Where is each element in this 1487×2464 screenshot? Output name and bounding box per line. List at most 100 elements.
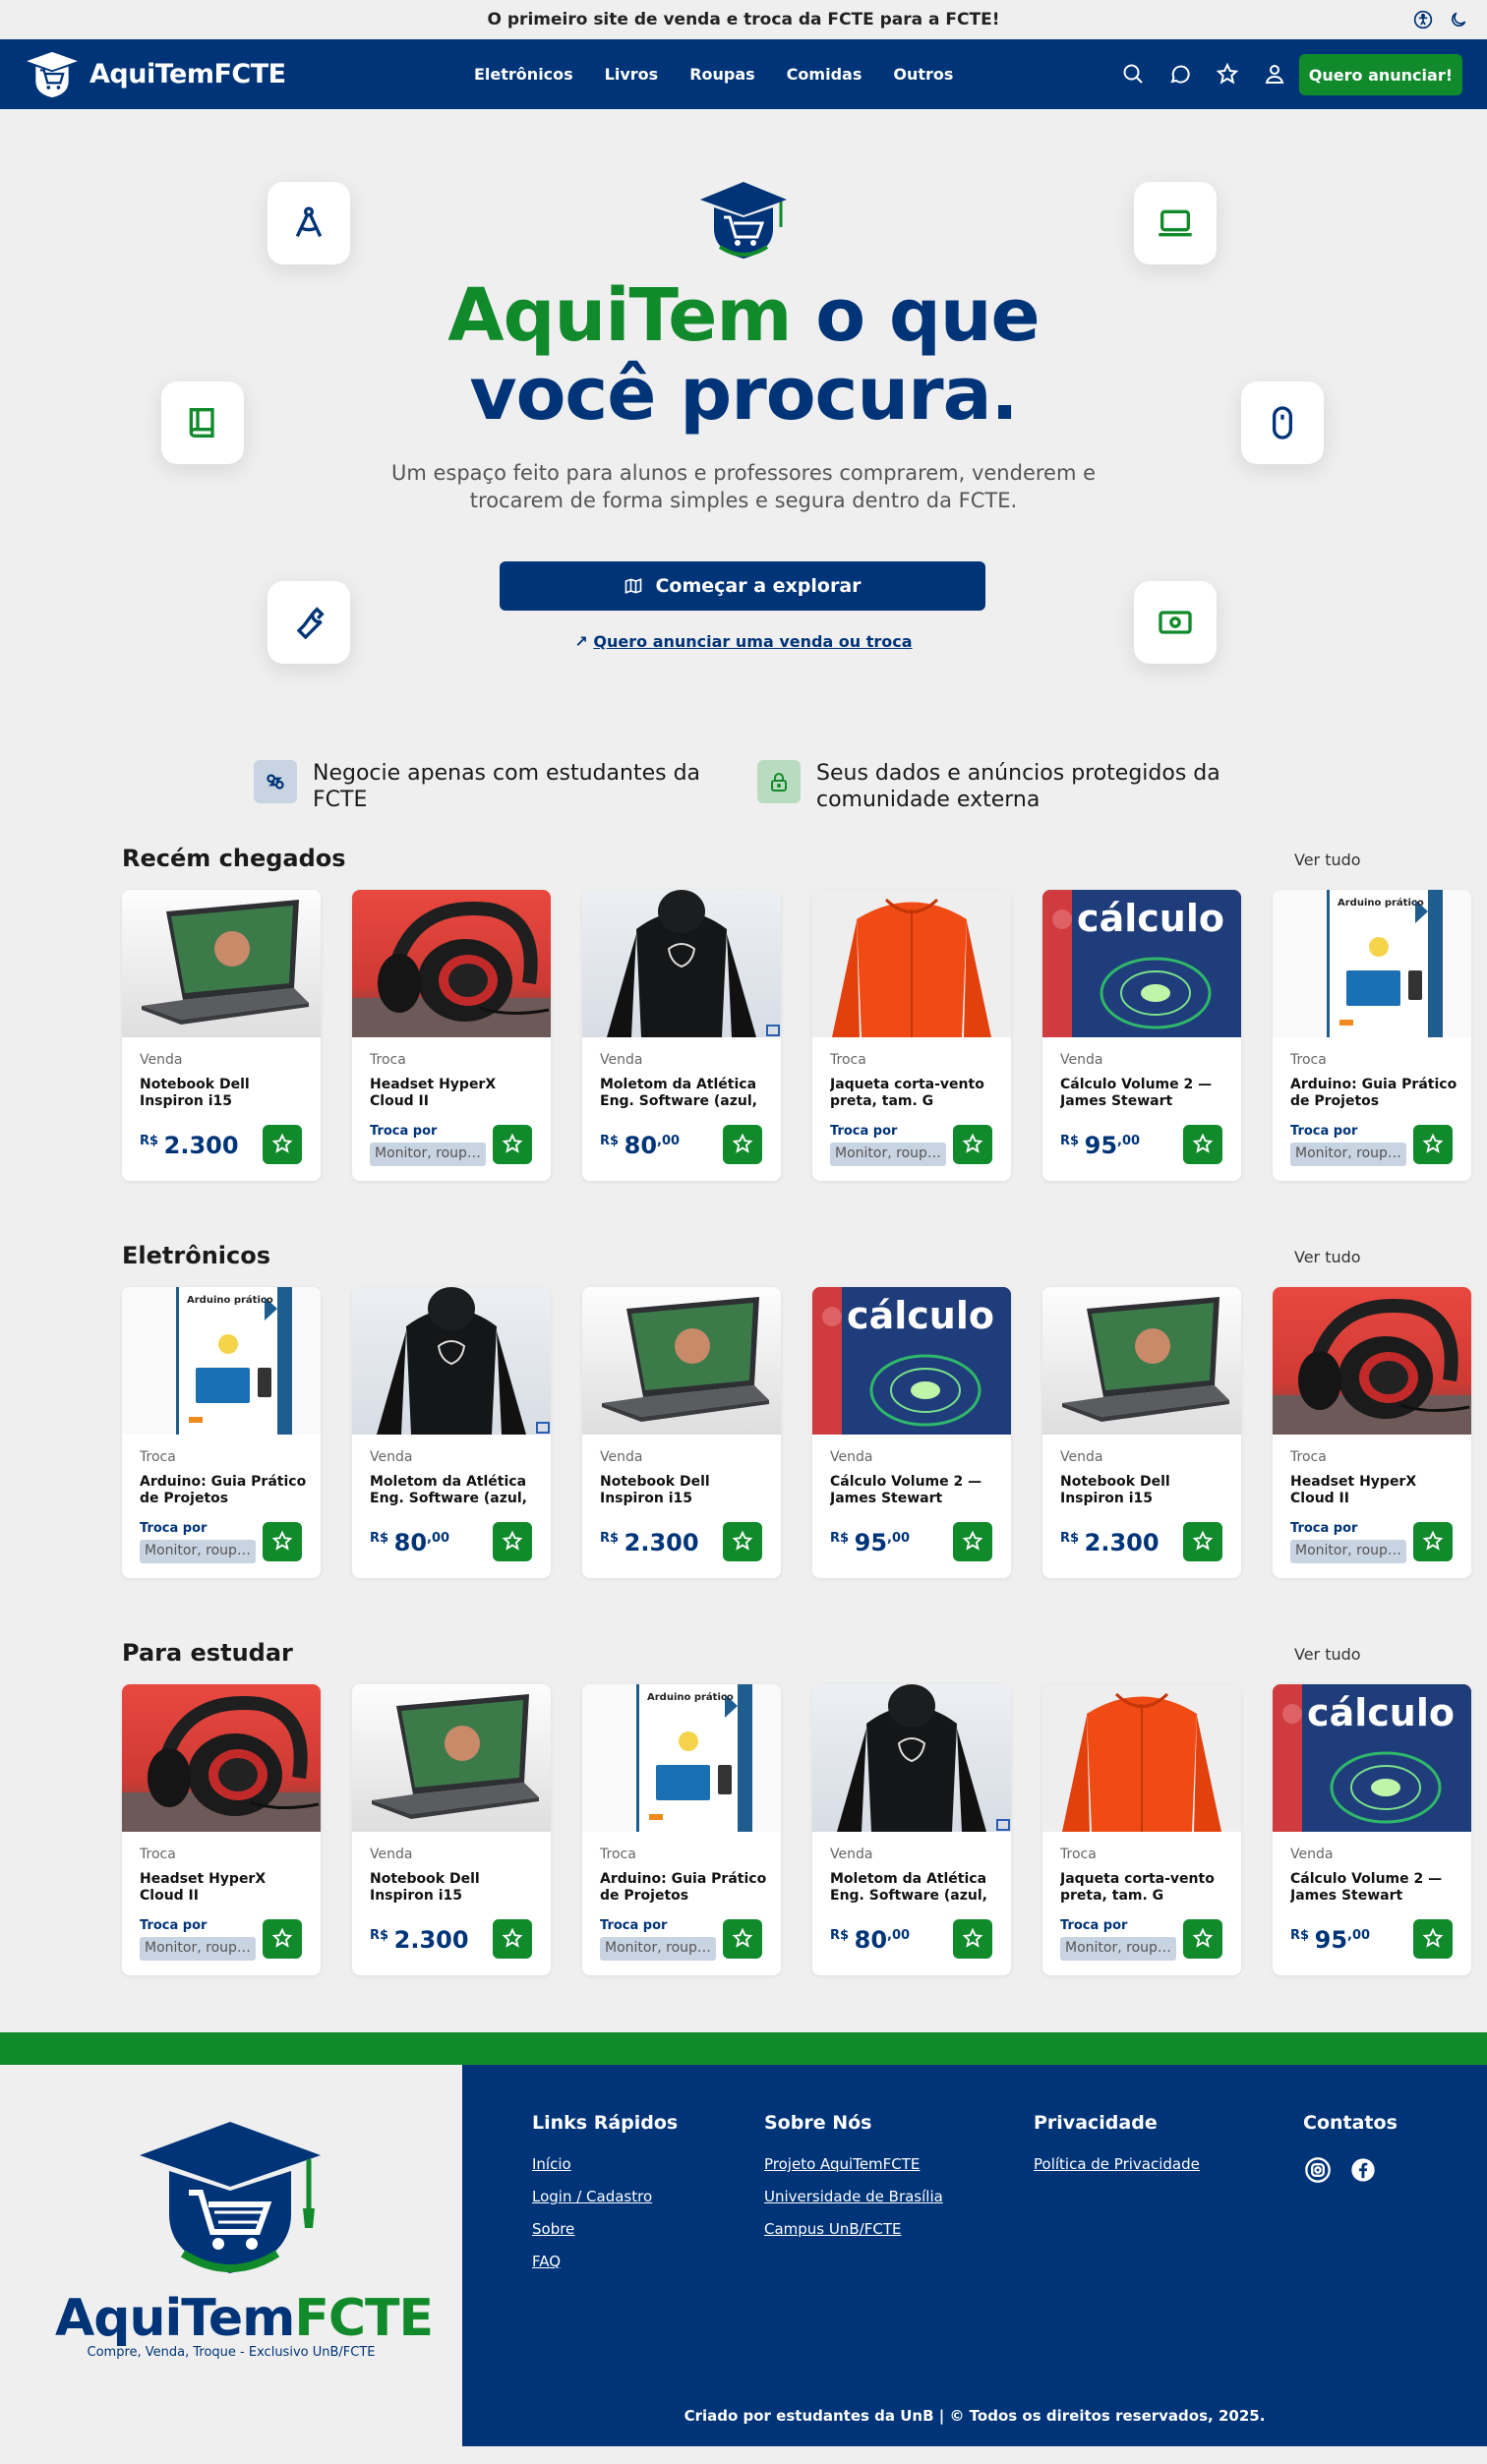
product-title: Headset HyperX Cloud II: [1290, 1474, 1417, 1506]
product-card[interactable]: Venda Moletom da Atlética Eng. Software …: [812, 1684, 1011, 1975]
see-all-link[interactable]: Ver tudo: [1294, 851, 1361, 869]
nav-link-livros[interactable]: Livros: [605, 65, 659, 84]
accessibility-icon[interactable]: [1412, 9, 1434, 30]
product-title: Moletom da Atlética Eng. Software (azul,…: [600, 1077, 757, 1109]
announce-button[interactable]: Quero anunciar!: [1298, 54, 1462, 95]
favorite-button[interactable]: [263, 1522, 302, 1561]
trade-value: Monitor, roupa...: [600, 1937, 716, 1961]
product-card[interactable]: cálculo Venda Cálculo Volume 2 — James S…: [1042, 890, 1241, 1181]
star-icon: [271, 1133, 293, 1157]
favorite-button[interactable]: [263, 1919, 302, 1959]
favorite-button[interactable]: [1413, 1522, 1453, 1561]
favorite-button[interactable]: [263, 1125, 302, 1164]
nav-link-outros[interactable]: Outros: [893, 65, 953, 84]
product-card[interactable]: Venda Moletom da Atlética Eng. Software …: [352, 1287, 551, 1578]
footer-links: Links Rápidos Início Login / Cadastro So…: [462, 2065, 1487, 2446]
nav-link-roupas[interactable]: Roupas: [689, 65, 754, 84]
favorite-button[interactable]: [493, 1522, 532, 1561]
trade-label: Troca por: [1290, 1521, 1358, 1536]
footer-link-privacy-policy[interactable]: Política de Privacidade: [1034, 2155, 1200, 2173]
footer-link-login[interactable]: Login / Cadastro: [532, 2188, 678, 2205]
favorite-button[interactable]: [1183, 1125, 1222, 1164]
product-card[interactable]: Venda Moletom da Atlética Eng. Software …: [582, 890, 781, 1181]
chat-icon[interactable]: [1168, 62, 1192, 86]
product-card[interactable]: Troca Jaqueta corta-vento preta, tam. G T…: [812, 890, 1011, 1181]
lock-icon: [757, 760, 801, 803]
footer-link-faq[interactable]: FAQ: [532, 2253, 678, 2270]
instagram-icon[interactable]: [1303, 2155, 1333, 2185]
arrow-up-right-icon: ↗: [574, 632, 588, 651]
product-title: Jaqueta corta-vento preta, tam. G: [1060, 1871, 1215, 1904]
product-card[interactable]: Arduino prático Troca Arduino: Guia Prát…: [1273, 890, 1471, 1181]
favorite-button[interactable]: [723, 1919, 762, 1959]
section-title: Recém chegados: [122, 845, 346, 872]
brand-logo[interactable]: AquiTemFCTE: [25, 50, 286, 99]
footer-col-about: Sobre Nós Projeto AquiTemFCTE Universida…: [764, 2112, 943, 2253]
hero-logo-icon: [700, 182, 787, 259]
see-all-link[interactable]: Ver tudo: [1294, 1645, 1361, 1664]
product-card[interactable]: Troca Headset HyperX Cloud II Troca por M…: [122, 1684, 321, 1975]
product-card[interactable]: Arduino prático Troca Arduino: Guia Prát…: [582, 1684, 781, 1975]
product-card[interactable]: cálculo Venda Cálculo Volume 2 — James S…: [812, 1287, 1011, 1578]
footer-link-sobre[interactable]: Sobre: [532, 2220, 678, 2238]
favorite-button[interactable]: [1183, 1522, 1222, 1561]
price-value: 80: [624, 1132, 658, 1159]
product-section: Para estudar Ver tudo Troca Headset Hype…: [122, 1621, 1487, 1975]
favorite-button[interactable]: [493, 1919, 532, 1959]
nav-link-eletronicos[interactable]: Eletrônicos: [474, 65, 573, 84]
product-image: [1042, 1684, 1241, 1832]
see-all-link[interactable]: Ver tudo: [1294, 1248, 1361, 1266]
moon-icon[interactable]: [1448, 9, 1469, 30]
handshake-icon: [254, 760, 297, 803]
product-card[interactable]: Venda Notebook Dell Inspiron i15 R$ 2.30…: [122, 890, 321, 1181]
star-icon: [502, 1927, 523, 1952]
favorite-button[interactable]: [953, 1522, 992, 1561]
favorite-button[interactable]: [953, 1919, 992, 1959]
favorite-button[interactable]: [953, 1125, 992, 1164]
favorite-button[interactable]: [1413, 1919, 1453, 1959]
favorite-button[interactable]: [723, 1125, 762, 1164]
favorite-button[interactable]: [723, 1522, 762, 1561]
announce-link[interactable]: ↗ Quero anunciar uma venda ou troca: [0, 632, 1487, 651]
product-title: Notebook Dell Inspiron i15: [370, 1871, 480, 1904]
star-icon: [1192, 1927, 1214, 1952]
star-icon: [1422, 1530, 1444, 1555]
product-title: Moletom da Atlética Eng. Software (azul,…: [830, 1871, 987, 1904]
product-card[interactable]: Venda Notebook Dell Inspiron i15 R$ 2.30…: [1042, 1287, 1241, 1578]
price-value: 2.300: [163, 1132, 239, 1159]
product-card[interactable]: Troca Headset HyperX Cloud II Troca por M…: [352, 890, 551, 1181]
money-icon: [1134, 581, 1217, 664]
product-card[interactable]: Arduino prático Troca Arduino: Guia Prát…: [122, 1287, 321, 1578]
price-currency: R$: [600, 1134, 620, 1148]
price-currency: R$: [1060, 1531, 1080, 1546]
product-title: Arduino: Guia Prático de Projetos: [1290, 1077, 1457, 1109]
explore-button[interactable]: Começar a explorar: [500, 561, 985, 611]
copyright-text: Criado por estudantes da UnB | © Todos o…: [684, 2407, 1266, 2425]
product-card[interactable]: Venda Notebook Dell Inspiron i15 R$ 2.30…: [352, 1684, 551, 1975]
listing-type: Venda: [600, 1052, 643, 1068]
footer-accent-band: [0, 2032, 1487, 2065]
favorite-button[interactable]: [493, 1125, 532, 1164]
footer-link-unb[interactable]: Universidade de Brasília: [764, 2188, 943, 2205]
product-price: R$ 95,00: [830, 1529, 910, 1556]
feature-students-only: Negocie apenas com estudantes da FCTE: [254, 760, 716, 813]
favorite-button[interactable]: [1413, 1125, 1453, 1164]
product-card[interactable]: Venda Notebook Dell Inspiron i15 R$ 2.30…: [582, 1287, 781, 1578]
nav-link-comidas[interactable]: Comidas: [787, 65, 862, 84]
search-icon[interactable]: [1121, 62, 1145, 86]
footer-logo-text: AquiTemFCTE: [55, 2289, 434, 2348]
footer-link-projeto[interactable]: Projeto AquiTemFCTE: [764, 2155, 943, 2173]
facebook-icon[interactable]: [1348, 2155, 1378, 2185]
product-card[interactable]: cálculo Venda Cálculo Volume 2 — James S…: [1273, 1684, 1471, 1975]
footer-link-inicio[interactable]: Início: [532, 2155, 678, 2173]
star-icon[interactable]: [1216, 62, 1239, 86]
product-card[interactable]: Troca Jaqueta corta-vento preta, tam. G T…: [1042, 1684, 1241, 1975]
favorite-button[interactable]: [1183, 1919, 1222, 1959]
footer-col-contacts: Contatos: [1303, 2112, 1398, 2185]
trade-label: Troca por: [1290, 1124, 1358, 1139]
price-currency: R$: [600, 1531, 620, 1546]
product-image: [1042, 1287, 1241, 1435]
product-card[interactable]: Troca Headset HyperX Cloud II Troca por M…: [1273, 1287, 1471, 1578]
user-icon[interactable]: [1263, 62, 1286, 86]
footer-link-campus[interactable]: Campus UnB/FCTE: [764, 2220, 943, 2238]
